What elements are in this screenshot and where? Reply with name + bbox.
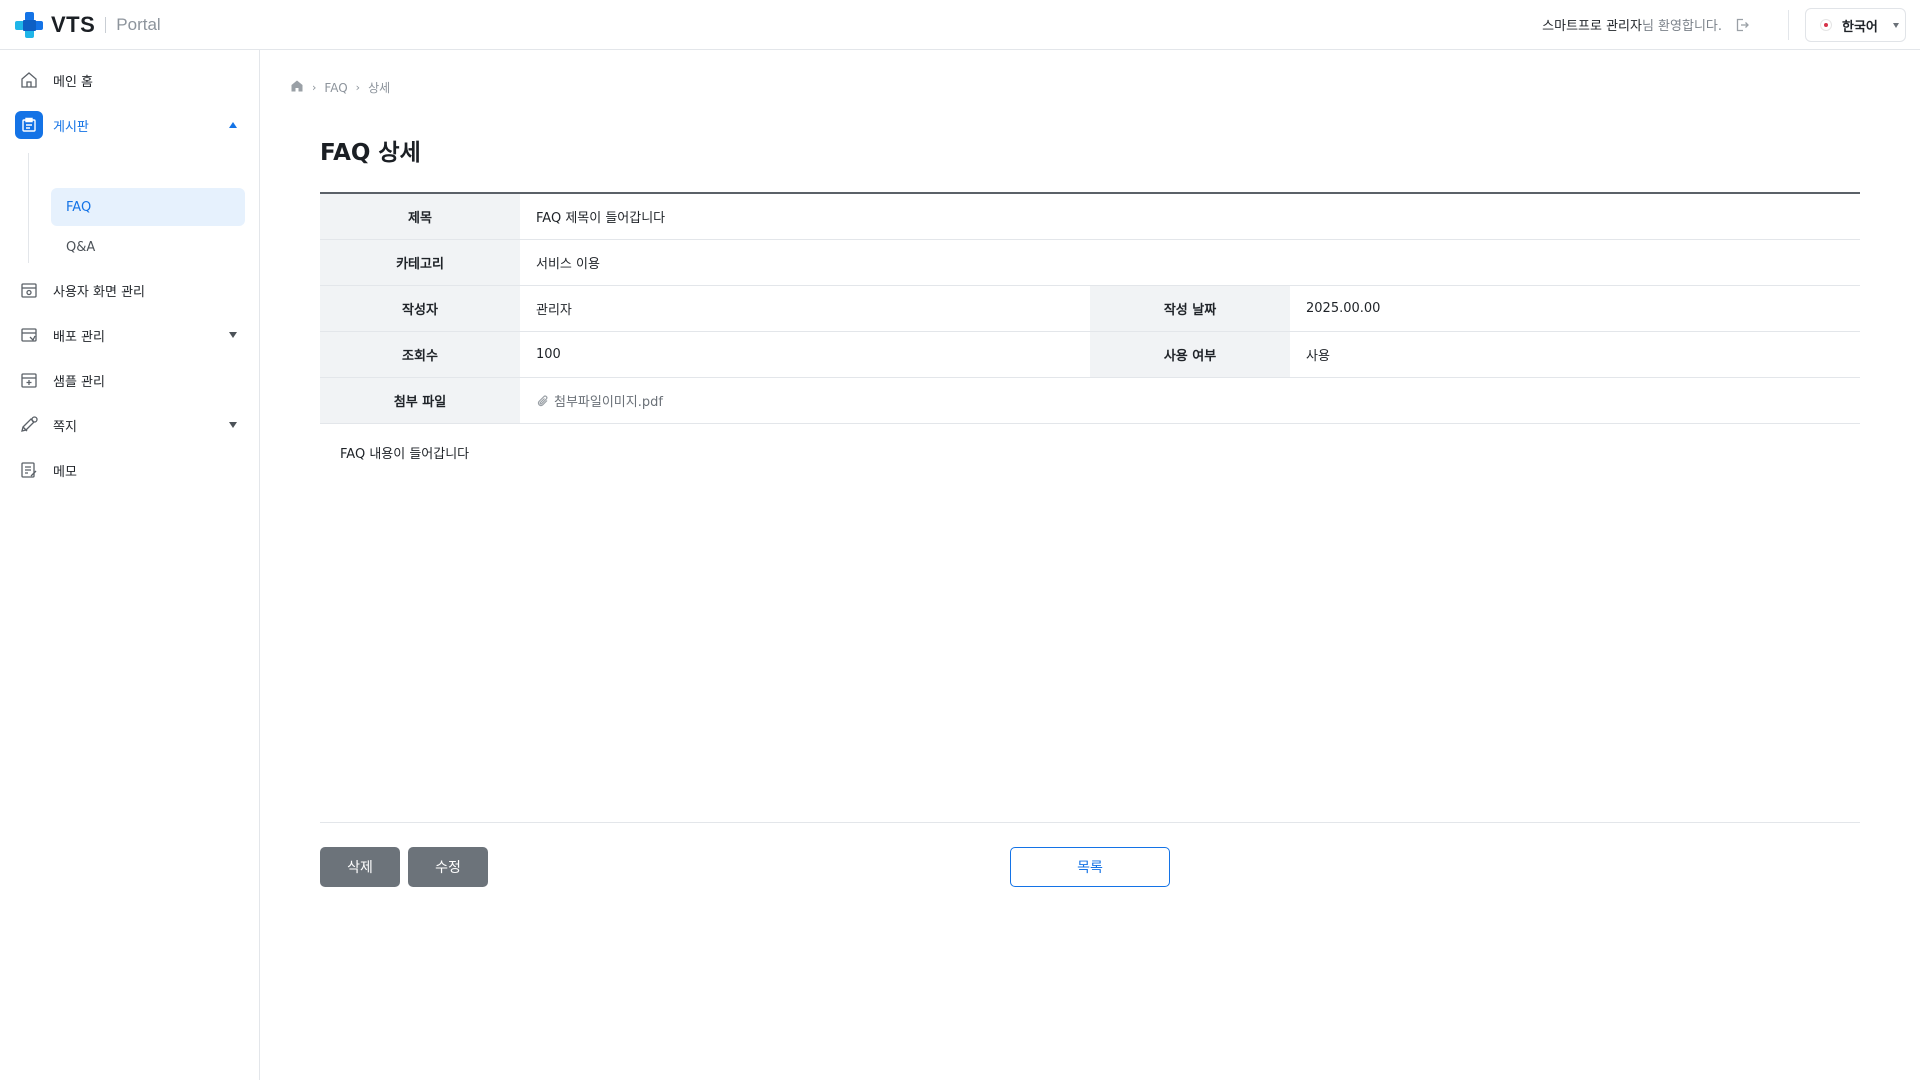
- attachment-link[interactable]: 첨부파일이미지.pdf: [536, 391, 663, 410]
- table-row: 조회수 100 사용 여부 사용: [320, 332, 1860, 378]
- deploy-icon: [15, 321, 43, 349]
- sidebar-item-label: 게시판: [53, 119, 89, 135]
- table-row: 첨부 파일 첨부파일이미지.pdf: [320, 378, 1860, 424]
- sample-icon: [15, 366, 43, 394]
- board-icon: [15, 111, 43, 139]
- breadcrumb-separator: ›: [312, 81, 317, 94]
- attachment-label: 첨부 파일: [320, 378, 520, 423]
- page-title: FAQ 상세: [320, 140, 421, 166]
- sidebar-subitem-qna[interactable]: Q&A: [51, 228, 245, 266]
- bottom-divider: [320, 822, 1860, 823]
- submenu-guide-line: [28, 153, 29, 263]
- views-label: 조회수: [320, 332, 520, 377]
- sidebar-item-label: 메인 홈: [53, 74, 94, 90]
- korea-flag-icon: [1820, 19, 1832, 31]
- faq-content: FAQ 내용이 들어갑니다: [340, 447, 470, 462]
- author-label: 작성자: [320, 286, 520, 331]
- screen-settings-icon: [15, 276, 43, 304]
- logout-icon[interactable]: [1734, 17, 1750, 33]
- chevron-down-icon: [229, 422, 237, 428]
- faq-detail-table: 제목 FAQ 제목이 들어갑니다 카테고리 서비스 이용 작성자 관리자 작성 …: [320, 192, 1860, 424]
- date-value: 2025.00.00: [1306, 301, 1381, 316]
- category-label: 카테고리: [320, 240, 520, 285]
- title-value: FAQ 제목이 들어갑니다: [536, 211, 666, 226]
- breadcrumb-separator: ›: [355, 81, 361, 94]
- chevron-up-icon: [229, 122, 237, 128]
- logo-subtitle: Portal: [116, 15, 161, 34]
- use-label: 사용 여부: [1090, 332, 1290, 377]
- category-value: 서비스 이용: [536, 257, 600, 272]
- sidebar-item-message[interactable]: 쪽지: [15, 408, 245, 442]
- logo[interactable]: VTS Portal: [15, 12, 161, 38]
- table-row: 카테고리 서비스 이용: [320, 240, 1860, 286]
- author-value: 관리자: [536, 303, 572, 318]
- home-icon: [15, 66, 43, 94]
- user-name: 스마트프로 관리자: [1542, 19, 1642, 34]
- attachment-filename: 첨부파일이미지.pdf: [554, 395, 663, 410]
- date-label: 작성 날짜: [1090, 286, 1290, 331]
- logo-text: VTS: [51, 12, 96, 37]
- sidebar-item-label: 배포 관리: [53, 329, 105, 345]
- sidebar-subitem-faq[interactable]: FAQ: [51, 188, 245, 226]
- language-select[interactable]: 한국어: [1805, 8, 1906, 42]
- use-value: 사용: [1306, 349, 1330, 364]
- sidebar: 메인 홈 게시판 공지사항 FAQ Q&A 사용자 화면 관리 배포 관리 샘플…: [0, 50, 260, 1080]
- attachment-cell: 첨부파일이미지.pdf: [520, 378, 1860, 423]
- list-button[interactable]: 목록: [1010, 847, 1170, 887]
- sidebar-item-main-home[interactable]: 메인 홈: [15, 63, 245, 97]
- paperclip-icon: [537, 394, 548, 406]
- sidebar-item-board[interactable]: 게시판: [15, 108, 245, 142]
- title-label: 제목: [320, 194, 520, 239]
- sidebar-item-label: 쪽지: [53, 419, 77, 435]
- table-row: 제목 FAQ 제목이 들어갑니다: [320, 194, 1860, 240]
- language-label: 한국어: [1842, 19, 1878, 35]
- logo-mark-icon: [15, 12, 45, 38]
- breadcrumb: › FAQ › 상세: [290, 79, 390, 96]
- table-row: 작성자 관리자 작성 날짜 2025.00.00: [320, 286, 1860, 332]
- breadcrumb-detail: 상세: [368, 81, 391, 95]
- sidebar-item-label: 샘플 관리: [53, 374, 105, 390]
- top-header: VTS Portal 스마트프로 관리자 님 환영합니다. 한국어: [0, 0, 1920, 50]
- memo-icon: [15, 456, 43, 484]
- sidebar-item-label: 메모: [53, 464, 77, 480]
- chevron-down-icon: [229, 332, 237, 338]
- sidebar-item-user-screen[interactable]: 사용자 화면 관리: [15, 273, 245, 307]
- delete-button[interactable]: 삭제: [320, 847, 400, 887]
- welcome-suffix: 님 환영합니다.: [1641, 19, 1722, 34]
- views-value: 100: [536, 347, 561, 362]
- message-icon: [15, 411, 43, 439]
- logo-divider: [105, 17, 107, 33]
- breadcrumb-faq[interactable]: FAQ: [324, 81, 347, 95]
- edit-button[interactable]: 수정: [408, 847, 488, 887]
- chevron-down-icon: [1893, 23, 1899, 28]
- sidebar-item-deploy[interactable]: 배포 관리: [15, 318, 245, 352]
- header-divider: [1788, 10, 1789, 40]
- welcome-message: 스마트프로 관리자 님 환영합니다.: [1542, 15, 1750, 34]
- sidebar-item-sample[interactable]: 샘플 관리: [15, 363, 245, 397]
- sidebar-item-label: 사용자 화면 관리: [53, 284, 145, 300]
- sidebar-item-memo[interactable]: 메모: [15, 453, 245, 487]
- home-icon[interactable]: [290, 79, 304, 96]
